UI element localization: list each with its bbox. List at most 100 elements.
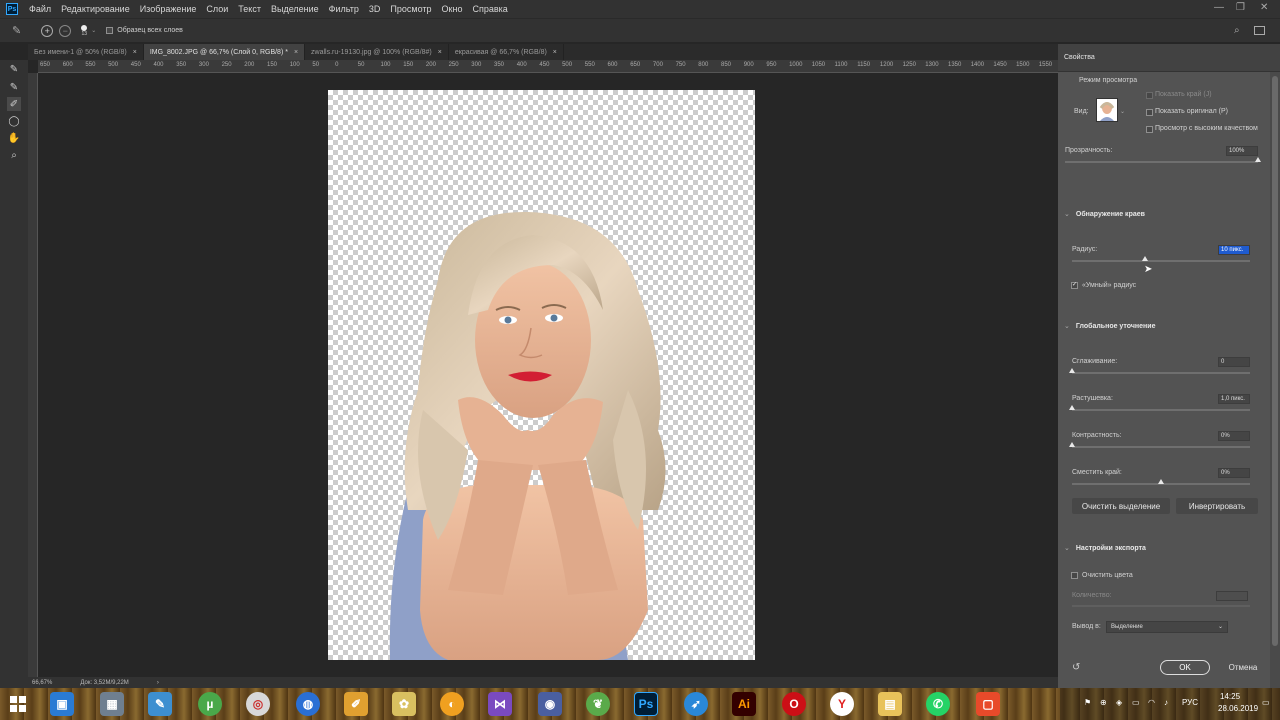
document-canvas[interactable] — [328, 90, 755, 660]
contrast-input[interactable]: 0% — [1218, 431, 1250, 441]
smooth-slider[interactable] — [1072, 372, 1250, 374]
hand-icon[interactable]: ✋ — [7, 131, 21, 145]
contrast-slider-thumb[interactable] — [1069, 442, 1075, 447]
tray-monitor-icon[interactable]: ▭ — [1132, 698, 1140, 707]
chrome-icon[interactable]: ◎ — [246, 692, 270, 716]
high-quality-checkbox[interactable] — [1146, 126, 1153, 133]
menu-layers[interactable]: Слои — [201, 4, 233, 14]
illustrator-icon[interactable]: Ai — [732, 692, 756, 716]
language-indicator[interactable]: РУС — [1182, 698, 1198, 707]
status-menu-arrow-icon[interactable]: › — [157, 680, 159, 686]
opacity-slider[interactable] — [1065, 161, 1258, 163]
file-explorer-icon[interactable]: ▤ — [878, 692, 902, 716]
tray-flag-icon[interactable]: ⚑ — [1084, 698, 1091, 707]
close-tab-icon[interactable]: × — [294, 49, 298, 56]
output-select[interactable]: Выделение ⌄ — [1106, 621, 1228, 633]
opera-icon[interactable]: O — [782, 692, 806, 716]
canvas-area[interactable] — [38, 73, 1058, 677]
notepad-icon[interactable]: ✎ — [148, 692, 172, 716]
radius-slider[interactable] — [1072, 260, 1250, 262]
reset-icon[interactable]: ↺ — [1072, 662, 1080, 673]
paint-icon[interactable]: ✿ — [392, 692, 416, 716]
brush-icon[interactable]: ✐ — [7, 97, 21, 111]
windows-start-icon[interactable] — [6, 692, 30, 716]
yandex-icon[interactable]: Y — [830, 692, 854, 716]
tab-untitled[interactable]: Без имени-1 @ 50% (RGB/8) × — [28, 44, 144, 60]
tab-krasivaya[interactable]: екрасивая @ 66,7% (RGB/8) × — [449, 44, 564, 60]
global-refine-heading[interactable]: ⌄ Глобальное уточнение — [1064, 322, 1155, 330]
opacity-input[interactable]: 100% — [1226, 146, 1258, 156]
opacity-slider-thumb[interactable] — [1255, 157, 1261, 162]
decontaminate-checkbox[interactable] — [1071, 572, 1078, 579]
menu-3d[interactable]: 3D — [364, 4, 386, 14]
chevron-down-icon[interactable]: ⌄ — [91, 27, 96, 34]
radius-slider-thumb[interactable] — [1141, 256, 1148, 261]
screen-recorder-icon[interactable]: ▢ — [976, 692, 1000, 716]
menu-view[interactable]: Просмотр — [385, 4, 436, 14]
notifications-icon[interactable]: ▭ — [1262, 698, 1270, 707]
workspace-icon[interactable] — [1254, 26, 1265, 35]
panel-scrollbar[interactable] — [1270, 72, 1280, 688]
menu-window[interactable]: Окно — [437, 4, 468, 14]
pencil-app-icon[interactable]: ✐ — [344, 692, 368, 716]
menu-select[interactable]: Выделение — [266, 4, 324, 14]
utorrent-icon[interactable]: µ — [198, 692, 222, 716]
radius-input[interactable]: 10 пикс. — [1218, 245, 1250, 255]
edge-detection-heading[interactable]: ⌄ Обнаружение краев — [1064, 210, 1145, 218]
menu-edit[interactable]: Редактирование — [56, 4, 135, 14]
menu-type[interactable]: Текст — [233, 4, 266, 14]
whatsapp-icon[interactable]: ✆ — [926, 692, 950, 716]
messenger-icon[interactable]: ➶ — [684, 692, 708, 716]
menu-file[interactable]: Файл — [24, 4, 56, 14]
menu-image[interactable]: Изображение — [135, 4, 202, 14]
chevron-down-icon[interactable]: ⌄ — [1120, 108, 1125, 115]
tab-img-8002[interactable]: IMG_8002.JPG @ 66,7% (Слой 0, RGB/8) * × — [143, 44, 306, 60]
tray-volume-icon[interactable]: ♪ — [1164, 698, 1168, 707]
visual-studio-icon[interactable]: ⋈ — [488, 692, 512, 716]
menu-help[interactable]: Справка — [467, 4, 512, 14]
subtract-brush-icon[interactable]: − — [59, 24, 72, 37]
close-tab-icon[interactable]: × — [553, 49, 557, 56]
shift-edge-slider-thumb[interactable] — [1158, 479, 1164, 484]
tab-zwalls[interactable]: zwalls.ru-19130.jpg @ 100% (RGB/8#) × — [305, 44, 449, 60]
feather-input[interactable]: 1,0 пикс. — [1218, 394, 1250, 404]
calculator-icon[interactable]: ▦ — [100, 692, 124, 716]
scrollbar-thumb[interactable] — [1272, 76, 1278, 646]
search-icon[interactable]: ⌕ — [1234, 25, 1240, 36]
invert-button[interactable]: Инвертировать — [1176, 498, 1258, 514]
globe-icon[interactable]: ◍ — [296, 692, 320, 716]
cancel-button[interactable]: Отмена — [1218, 660, 1268, 675]
shift-edge-input[interactable]: 0% — [1218, 468, 1250, 478]
export-settings-heading[interactable]: ⌄ Настройки экспорта — [1064, 544, 1146, 552]
maximize-icon[interactable]: ❐ — [1236, 2, 1245, 13]
zoom-icon[interactable]: ⌕ — [7, 148, 21, 162]
smooth-input[interactable]: 0 — [1218, 357, 1250, 367]
lasso-icon[interactable]: ◯ — [7, 114, 21, 128]
tray-network-icon[interactable]: ⊕ — [1100, 698, 1107, 707]
sample-all-layers-checkbox[interactable] — [106, 27, 114, 34]
eye-app-icon[interactable]: ◉ — [538, 692, 562, 716]
desktop-app-icon[interactable]: ▣ — [50, 692, 74, 716]
feather-slider-thumb[interactable] — [1069, 405, 1075, 410]
smooth-slider-thumb[interactable] — [1069, 368, 1075, 373]
zoom-level[interactable]: 66,67% — [32, 680, 52, 686]
view-thumbnail[interactable] — [1096, 98, 1118, 122]
smart-radius-checkbox[interactable]: ✓ — [1071, 282, 1078, 289]
close-tab-icon[interactable]: × — [133, 49, 137, 56]
clear-selection-button[interactable]: Очистить выделение — [1072, 498, 1170, 514]
show-edge-checkbox[interactable] — [1146, 92, 1153, 99]
brush-tool-icon[interactable]: ✎ — [12, 24, 21, 37]
brush-size-picker[interactable]: 13 — [81, 24, 88, 37]
minimize-icon[interactable]: — — [1214, 2, 1224, 13]
contrast-slider[interactable] — [1072, 446, 1250, 448]
show-original-checkbox[interactable] — [1146, 109, 1153, 116]
close-icon[interactable]: ✕ — [1260, 2, 1268, 13]
ok-button[interactable]: OK — [1160, 660, 1210, 675]
leaf-app-icon[interactable]: ❦ — [586, 692, 610, 716]
tray-wifi-icon[interactable]: ◠ — [1148, 698, 1155, 707]
menu-filter[interactable]: Фильтр — [324, 4, 364, 14]
feather-slider[interactable] — [1072, 409, 1250, 411]
quick-selection-icon[interactable]: ✎ — [7, 62, 21, 76]
tray-antivirus-icon[interactable]: ◈ — [1116, 698, 1122, 707]
close-tab-icon[interactable]: × — [438, 49, 442, 56]
